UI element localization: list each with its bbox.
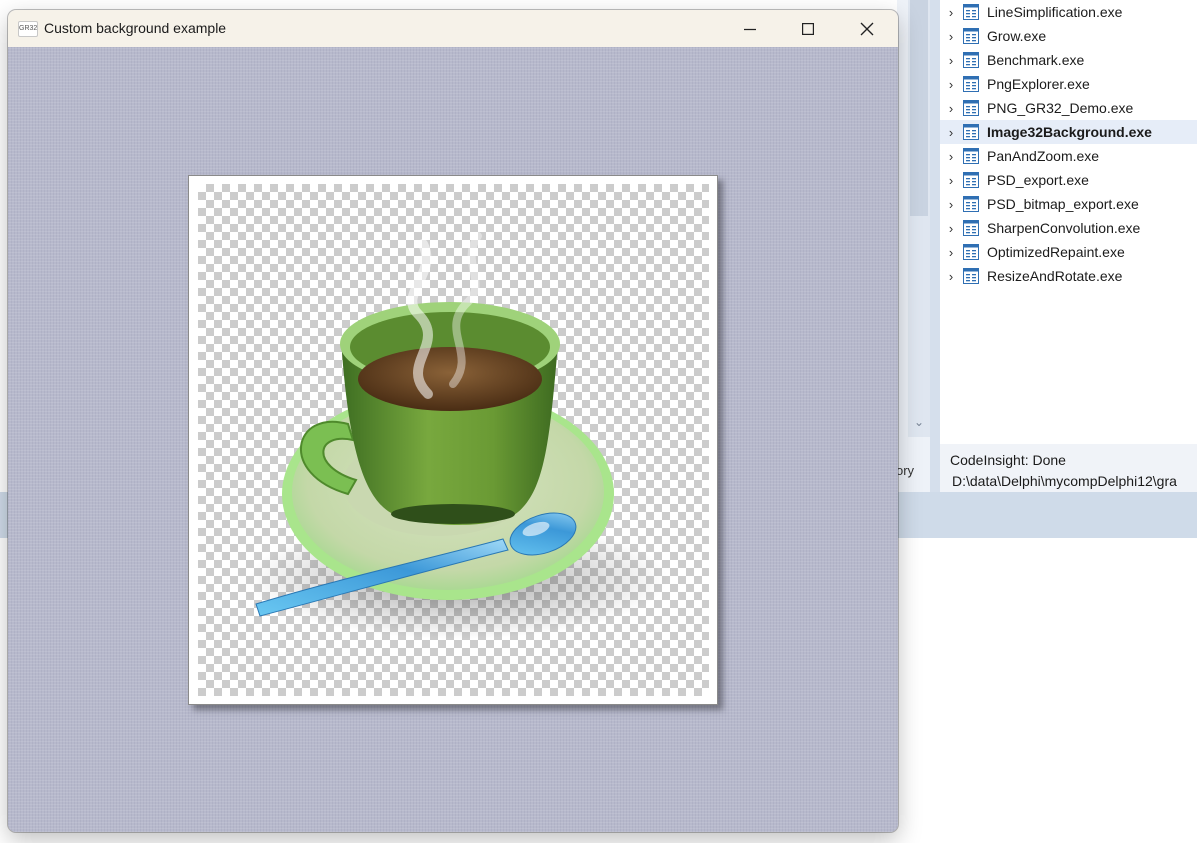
project-item[interactable]: › Image32Background.exe (940, 120, 1197, 144)
title-bar[interactable]: GR32 Custom background example (8, 10, 898, 47)
project-item-label: Benchmark.exe (987, 52, 1085, 68)
gr32-app-icon[interactable]: GR32 (18, 21, 38, 37)
exe-file-icon (963, 148, 979, 164)
exe-file-icon (963, 244, 979, 260)
exe-file-icon (963, 100, 979, 116)
chevron-right-icon[interactable]: › (941, 197, 961, 212)
project-item[interactable]: › PSD_bitmap_export.exe (940, 192, 1197, 216)
chevron-right-icon[interactable]: › (941, 101, 961, 116)
project-tree: › LineSimplification.exe › Grow.exe › Benchma… (940, 0, 1197, 440)
teacup-image (248, 232, 668, 639)
minimize-icon (744, 28, 756, 30)
transparency-checkerboard (198, 184, 709, 696)
project-item-label: ResizeAndRotate.exe (987, 268, 1123, 284)
exe-file-icon (963, 76, 979, 92)
exe-file-icon (963, 268, 979, 284)
maximize-icon (802, 22, 814, 35)
app-window: GR32 Custom background example (8, 10, 898, 832)
project-item-label: PSD_bitmap_export.exe (987, 196, 1139, 212)
chevron-down-icon[interactable]: ⌄ (911, 414, 927, 430)
project-item-label: Image32Background.exe (987, 124, 1152, 140)
ide-status-panel: CodeInsight: Done D:\data\Delphi\mycompD… (940, 444, 1197, 492)
chevron-right-icon[interactable]: › (941, 29, 961, 44)
chevron-right-icon[interactable]: › (941, 173, 961, 188)
chevron-right-icon[interactable]: › (941, 5, 961, 20)
project-item[interactable]: › Benchmark.exe (940, 48, 1197, 72)
image-panel (188, 175, 718, 705)
custom-background (8, 47, 898, 832)
exe-file-icon (963, 52, 979, 68)
project-item-label: OptimizedRepaint.exe (987, 244, 1125, 260)
project-item[interactable]: › PngExplorer.exe (940, 72, 1197, 96)
project-item-label: LineSimplification.exe (987, 4, 1123, 20)
status-message: CodeInsight: Done (950, 452, 1066, 468)
project-item[interactable]: › Grow.exe (940, 24, 1197, 48)
chevron-right-icon[interactable]: › (941, 221, 961, 236)
chevron-right-icon[interactable]: › (941, 269, 961, 284)
project-item-label: PNG_GR32_Demo.exe (987, 100, 1134, 116)
chevron-right-icon[interactable]: › (941, 125, 961, 140)
ide-splitter[interactable] (930, 0, 940, 492)
close-icon (860, 22, 874, 35)
ide-lower-tab-label[interactable]: ory (896, 463, 914, 478)
minimize-button[interactable] (722, 10, 778, 47)
exe-file-icon (963, 172, 979, 188)
maximize-button[interactable] (780, 10, 836, 47)
ide-scrollbar-thumb[interactable] (910, 0, 928, 216)
exe-file-icon (963, 196, 979, 212)
project-item[interactable]: › SharpenConvolution.exe (940, 216, 1197, 240)
exe-file-icon (963, 28, 979, 44)
exe-file-icon (963, 4, 979, 20)
chevron-right-icon[interactable]: › (941, 53, 961, 68)
close-button[interactable] (839, 10, 895, 47)
exe-file-icon (963, 124, 979, 140)
exe-file-icon (963, 220, 979, 236)
project-item-label: PngExplorer.exe (987, 76, 1090, 92)
project-item-label: PanAndZoom.exe (987, 148, 1100, 164)
window-title: Custom background example (44, 20, 227, 36)
project-item[interactable]: › PNG_GR32_Demo.exe (940, 96, 1197, 120)
chevron-right-icon[interactable]: › (941, 245, 961, 260)
project-item-label: PSD_export.exe (987, 172, 1089, 188)
project-item[interactable]: › OptimizedRepaint.exe (940, 240, 1197, 264)
chevron-right-icon[interactable]: › (941, 77, 961, 92)
project-item-label: Grow.exe (987, 28, 1047, 44)
project-item[interactable]: › PanAndZoom.exe (940, 144, 1197, 168)
project-item-label: SharpenConvolution.exe (987, 220, 1141, 236)
status-path: D:\data\Delphi\mycompDelphi12\gra (952, 473, 1177, 489)
project-item[interactable]: › LineSimplification.exe (940, 0, 1197, 24)
project-item[interactable]: › ResizeAndRotate.exe (940, 264, 1197, 288)
project-item[interactable]: › PSD_export.exe (940, 168, 1197, 192)
chevron-right-icon[interactable]: › (941, 149, 961, 164)
